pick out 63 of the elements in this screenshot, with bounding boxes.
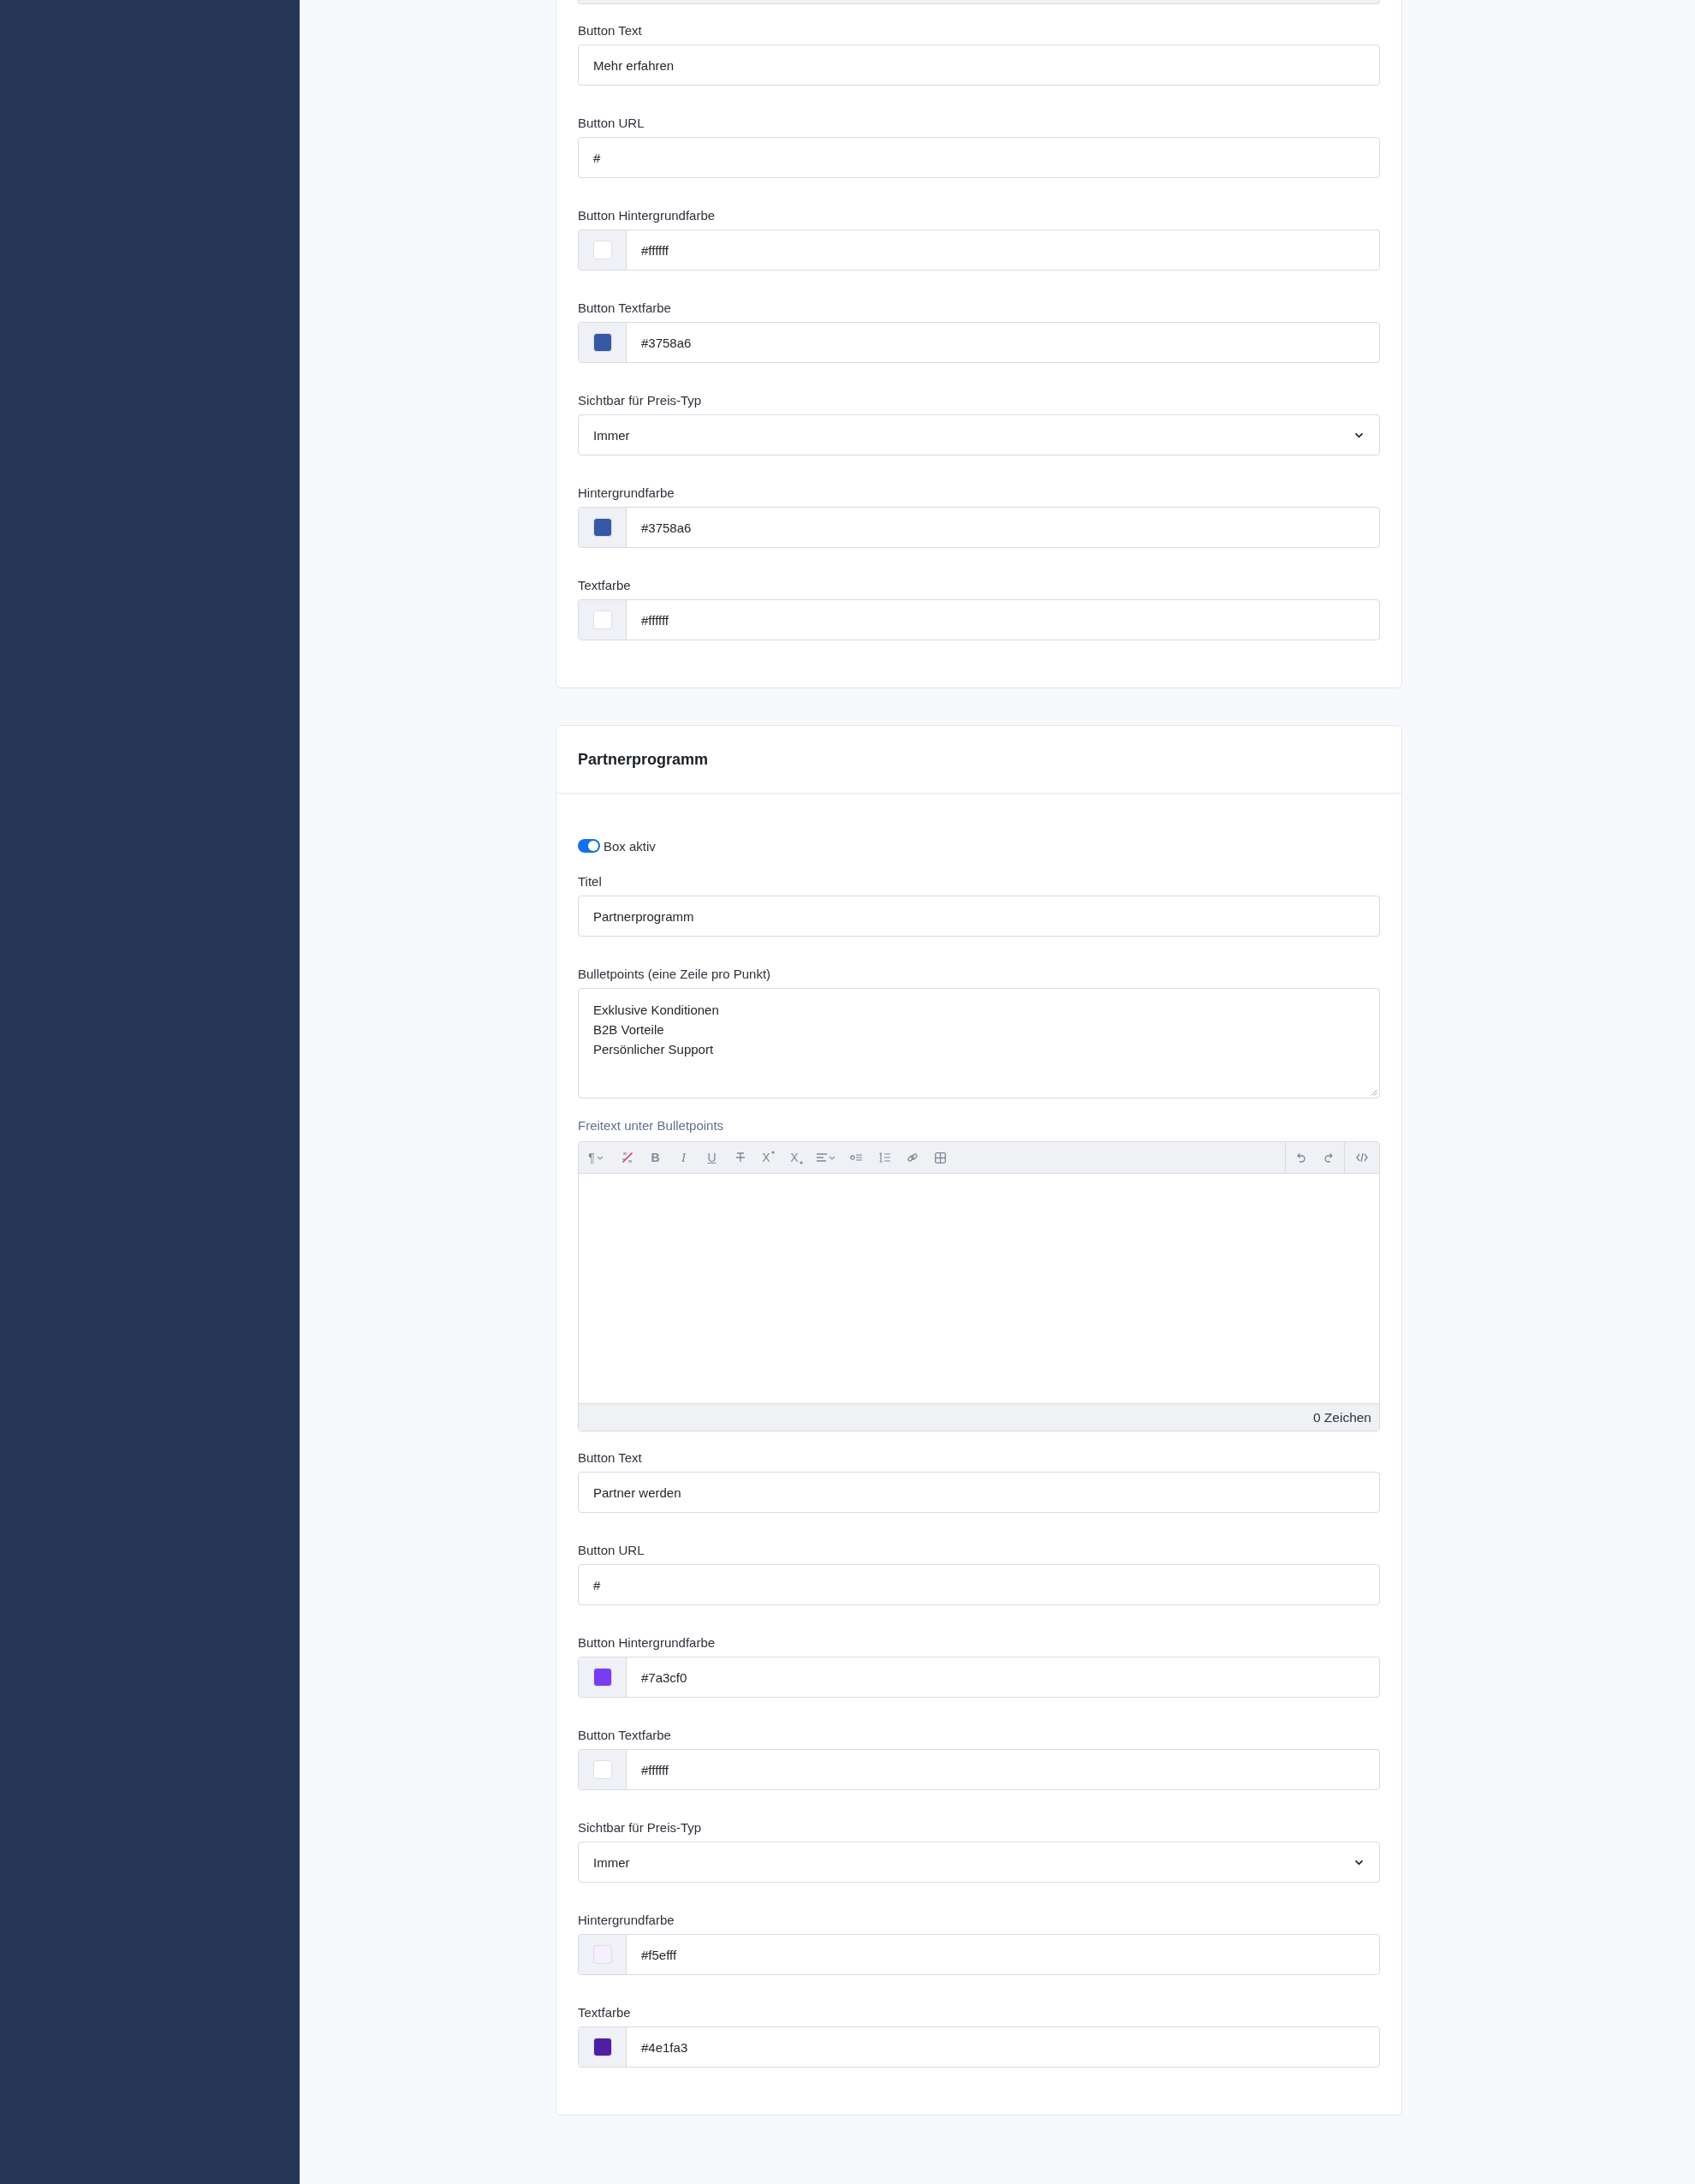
superscript-mark-icon [770, 1151, 775, 1154]
field-label: Button Textfarbe [578, 1727, 671, 1744]
toggle-label: Box aktiv [604, 838, 656, 854]
text-field[interactable]: # [578, 1564, 1380, 1605]
table-icon[interactable] [935, 1152, 946, 1163]
text-field[interactable]: Mehr erfahren [578, 45, 1380, 86]
field-label: Freitext unter Bulletpoints [578, 1117, 724, 1134]
field-label: Bulletpoints (eine Zeile pro Punkt) [578, 966, 771, 983]
color-field[interactable]: #3758a6 [578, 507, 1380, 548]
undo-icon[interactable] [1295, 1152, 1305, 1163]
select-field[interactable]: Immer [578, 414, 1380, 455]
color-field[interactable]: #f5efff [578, 1934, 1380, 1975]
field-label: Button URL [578, 1542, 645, 1559]
chevron-down-icon [1354, 1859, 1364, 1866]
select-field[interactable]: Immer [578, 1842, 1380, 1883]
field-label: Sichtbar für Preis-Typ [578, 1819, 702, 1836]
field-label: Textfarbe [578, 2004, 631, 2021]
field-label: Hintergrundfarbe [578, 1912, 675, 1929]
field-label: Button Hintergrundfarbe [578, 207, 716, 224]
field-label: Button Text [578, 22, 642, 39]
color-field[interactable]: #7a3cf0 [578, 1657, 1380, 1698]
color-swatch-icon[interactable] [592, 2038, 612, 2056]
field-label: Sichtbar für Preis-Typ [578, 392, 702, 409]
color-field[interactable]: #ffffff [578, 1749, 1380, 1790]
field-label: Titel [578, 873, 602, 890]
color-swatch-icon[interactable] [592, 1668, 612, 1687]
align-button[interactable] [817, 1153, 836, 1162]
link-icon[interactable] [906, 1152, 919, 1163]
character-count: 0 Zeichen [1312, 1409, 1371, 1425]
textarea-field[interactable]: Exklusive Konditionen B2B Vorteile Persönlicher Support [578, 988, 1380, 1098]
text-field[interactable]: Partner werden [578, 1472, 1380, 1513]
color-swatch-icon[interactable] [592, 1945, 612, 1964]
numbered-list-icon[interactable] [877, 1152, 890, 1163]
redo-icon[interactable] [1324, 1152, 1335, 1163]
resize-handle-icon[interactable] [1371, 1089, 1377, 1096]
text-field[interactable]: Partnerprogramm [578, 896, 1380, 937]
color-swatch-icon[interactable] [592, 241, 612, 259]
color-field[interactable]: #ffffff [578, 599, 1380, 640]
color-field[interactable]: #ffffff [578, 229, 1380, 271]
crossed-out-icon[interactable] [621, 1152, 633, 1163]
caret-icon [596, 1155, 604, 1160]
toggle-switch[interactable] [578, 839, 600, 853]
field-label: Button Hintergrundfarbe [578, 1634, 716, 1651]
align-left-icon [817, 1153, 827, 1162]
field-label: Textfarbe [578, 577, 631, 594]
color-field[interactable]: #3758a6 [578, 322, 1380, 363]
color-swatch-icon[interactable] [592, 333, 612, 352]
chevron-down-icon [1354, 431, 1364, 438]
color-swatch-icon[interactable] [592, 518, 612, 537]
source-code-icon[interactable] [1356, 1152, 1368, 1163]
bullet-list-icon[interactable] [849, 1153, 862, 1162]
color-swatch-icon[interactable] [592, 1760, 612, 1779]
field-label: Button URL [578, 115, 645, 132]
field-label: Hintergrundfarbe [578, 485, 675, 502]
field-label: Button Textfarbe [578, 300, 671, 317]
card-title: Partnerprogramm [578, 750, 709, 769]
strikethrough-icon[interactable] [734, 1152, 746, 1163]
text-field[interactable]: # [578, 137, 1380, 178]
color-swatch-icon[interactable] [592, 610, 612, 629]
caret-icon [829, 1155, 836, 1160]
field-label: Button Text [578, 1449, 642, 1467]
subscript-mark-icon [799, 1161, 803, 1164]
color-field[interactable]: #4e1fa3 [578, 2026, 1380, 2068]
